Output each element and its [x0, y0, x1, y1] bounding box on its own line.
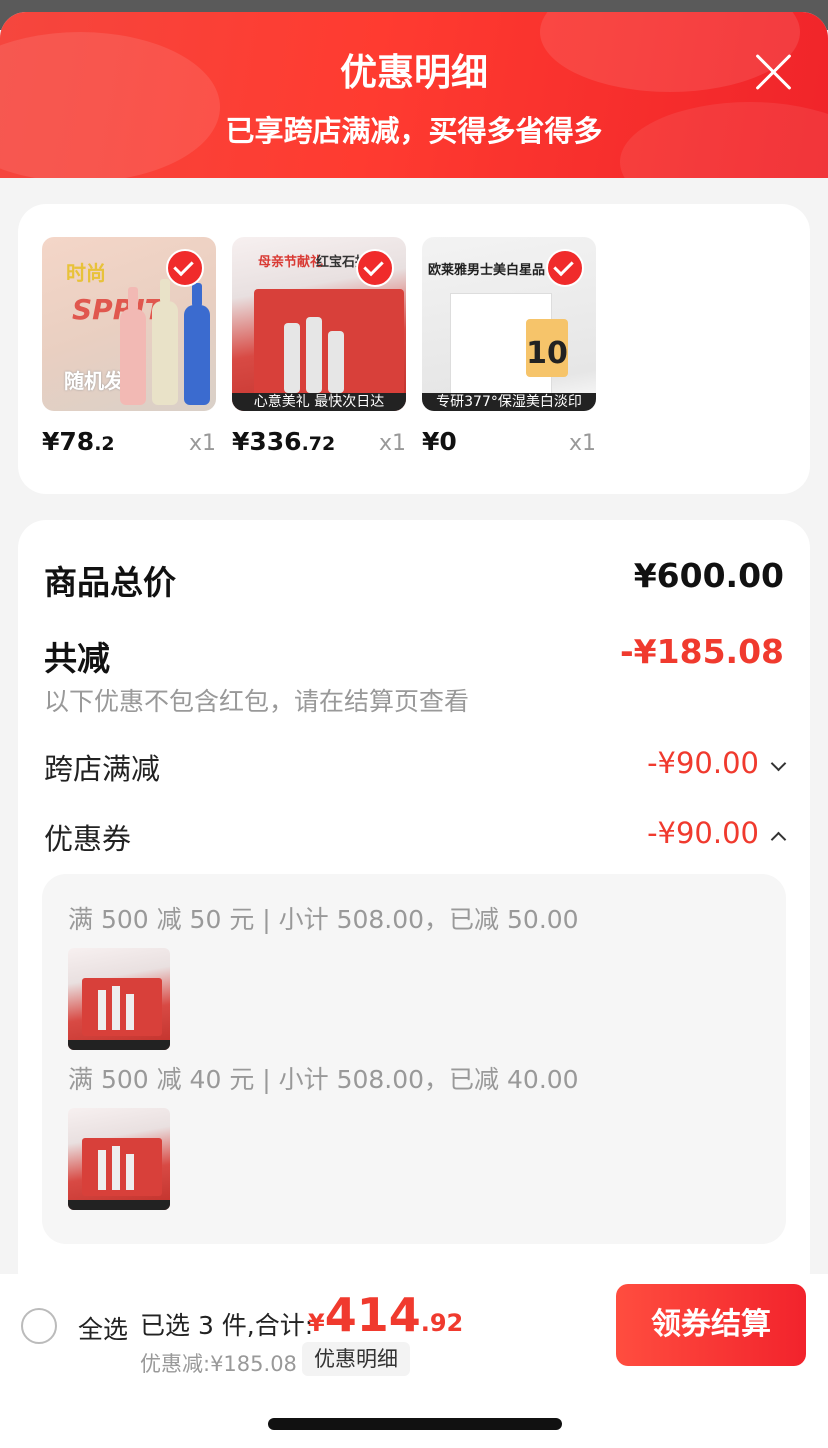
total-price-value: ¥600.00: [633, 556, 784, 595]
product-art-text: 10: [526, 319, 568, 377]
checkout-button[interactable]: 领券结算: [616, 1284, 806, 1366]
select-all-label[interactable]: 全选: [78, 1310, 128, 1346]
coupon-product-thumbnail: [68, 948, 170, 1050]
total-reduce-row: 共减 -¥185.08: [44, 632, 784, 680]
reduce-note: 以下优惠不包含红包，请在结算页查看: [44, 687, 470, 716]
home-indicator: [268, 1418, 562, 1430]
total-reduce-label: 共减: [44, 639, 110, 678]
coupon-line: 满 500 减 40 元 | 小计 508.00，已减 40.00: [68, 1065, 579, 1094]
discount-detail-sheet: 优惠明细 已享跨店满减，买得多省得多 时尚 SPRIT 随机发 ¥78.2 x1…: [0, 12, 828, 1448]
cross-store-label: 跨店满减: [44, 752, 161, 786]
product-price: ¥0: [422, 427, 457, 456]
coupon-product-thumbnail: [68, 1108, 170, 1210]
product-item[interactable]: 母亲节献礼 红宝石抗皱 心意美礼 最快次日达 ¥336.72 x1: [232, 237, 406, 456]
total-price-row: 商品总价 ¥600.00: [44, 556, 784, 604]
product-art-text: 心意美礼 最快次日达: [232, 393, 406, 411]
product-art-text: 随机发: [64, 369, 124, 393]
chevron-up-icon[interactable]: [770, 831, 787, 848]
price-summary-card: 商品总价 ¥600.00 共减 -¥185.08 以下优惠不包含红包，请在结算页…: [18, 520, 810, 1300]
product-art-text: SPRIT: [72, 293, 164, 326]
product-item[interactable]: 时尚 SPRIT 随机发 ¥78.2 x1: [42, 237, 216, 456]
total-reduce-value: -¥185.08: [619, 632, 784, 671]
product-art-text: 母亲节献礼: [258, 255, 324, 270]
cross-store-amount: -¥90.00: [647, 746, 787, 780]
close-icon[interactable]: [752, 50, 796, 94]
coupon-label: 优惠券: [44, 822, 132, 856]
product-art-text: 时尚: [66, 261, 106, 285]
sheet-header: 优惠明细 已享跨店满减，买得多省得多: [0, 12, 828, 178]
chevron-down-icon[interactable]: [770, 755, 787, 772]
discount-detail-button[interactable]: 优惠明细: [302, 1342, 410, 1376]
product-quantity: x1: [568, 431, 596, 456]
checked-icon[interactable]: [546, 249, 584, 287]
products-card: 时尚 SPRIT 随机发 ¥78.2 x1 母亲节献礼 红宝石抗皱 心意美礼 最…: [18, 204, 810, 494]
sheet-subtitle: 已享跨店满减，买得多省得多: [225, 114, 603, 148]
product-item[interactable]: 欧莱雅男士美白星品 10 专研377°保湿美白淡印 ¥0 x1: [422, 237, 596, 456]
product-art-text: 专研377°保湿美白淡印: [422, 393, 596, 411]
product-thumbnail: 母亲节献礼 红宝石抗皱 心意美礼 最快次日达: [232, 237, 406, 411]
cross-store-row[interactable]: 跨店满减 -¥90.00: [44, 746, 787, 788]
coupon-detail-box: 满 500 减 50 元 | 小计 508.00，已减 50.00 满 500 …: [42, 874, 786, 1244]
coupon-row[interactable]: 优惠券 -¥90.00: [44, 816, 787, 858]
product-price: ¥78.2: [42, 427, 115, 456]
product-thumbnail: 欧莱雅男士美白星品 10 专研377°保湿美白淡印: [422, 237, 596, 411]
product-price: ¥336.72: [232, 427, 336, 456]
coupon-amount: -¥90.00: [647, 816, 787, 850]
coupon-line: 满 500 减 50 元 | 小计 508.00，已减 50.00: [68, 905, 579, 934]
checked-icon[interactable]: [166, 249, 204, 287]
total-amount: ¥414.92: [308, 1288, 464, 1342]
product-quantity: x1: [188, 431, 216, 456]
sheet-title: 优惠明细: [340, 51, 488, 94]
selected-count: 已选 3 件,合计:: [140, 1311, 314, 1340]
discount-amount: 优惠减:¥185.08: [140, 1352, 297, 1376]
product-art-text: 欧莱雅男士美白星品: [428, 263, 546, 278]
total-price-label: 商品总价: [44, 563, 176, 602]
product-thumbnail: 时尚 SPRIT 随机发: [42, 237, 216, 411]
product-quantity: x1: [378, 431, 406, 456]
select-all-radio[interactable]: [21, 1308, 57, 1344]
checked-icon[interactable]: [356, 249, 394, 287]
